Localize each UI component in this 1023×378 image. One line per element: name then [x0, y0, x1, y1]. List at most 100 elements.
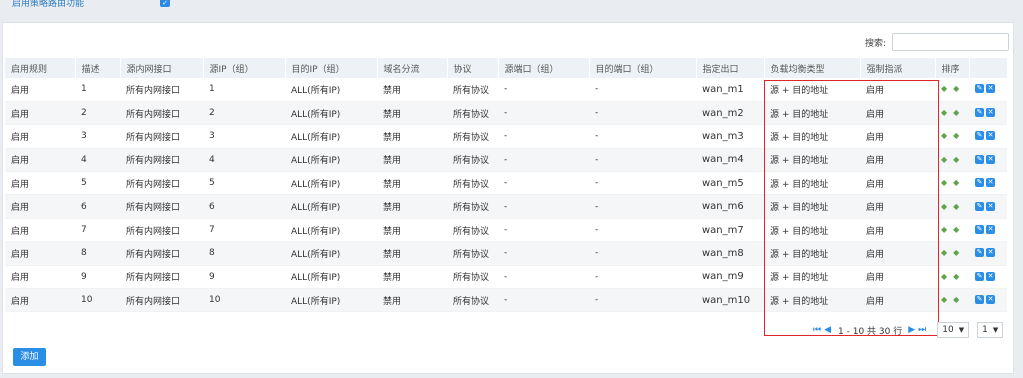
cell-enable: 启用	[5, 218, 75, 243]
cell-src-port: -	[498, 124, 589, 149]
cell-actions: ✎ ✕	[969, 124, 1007, 149]
delete-icon[interactable]: ✕	[986, 225, 995, 235]
cell-domain-split: 禁用	[377, 241, 447, 266]
cell-protocol: 所有协议	[447, 171, 498, 196]
cell-egress: wan_m9	[696, 265, 764, 290]
edit-icon[interactable]: ✎	[975, 108, 984, 118]
header-dst-port[interactable]: 目的端口（组）	[589, 58, 697, 78]
cell-lb-type: 源 + 目的地址	[764, 171, 860, 196]
add-button[interactable]: 添加	[13, 348, 46, 366]
edit-icon[interactable]: ✎	[975, 225, 984, 235]
down-arrow-icon[interactable]: ◆	[953, 108, 959, 117]
delete-icon[interactable]: ✕	[986, 201, 995, 211]
down-arrow-icon[interactable]: ◆	[953, 131, 959, 140]
table-row[interactable]: 启用 10 所有内网接口 10 ALL(所有IP) 禁用 所有协议 - - wan_m10 源 + …	[5, 288, 1007, 313]
cell-src-ip: 2	[203, 101, 285, 126]
cell-dst-port: -	[589, 148, 696, 173]
table-row[interactable]: 启用 3 所有内网接口 3 ALL(所有IP) 禁用 所有协议 - - wan_m3 源 + 目的地…	[5, 124, 1007, 149]
cell-domain-split: 禁用	[377, 288, 447, 313]
table-row[interactable]: 启用 2 所有内网接口 2 ALL(所有IP) 禁用 所有协议 - - wan_m2 源 + 目的地…	[5, 101, 1007, 126]
delete-icon[interactable]: ✕	[986, 295, 995, 305]
delete-icon[interactable]: ✕	[986, 84, 995, 94]
cell-domain-split: 禁用	[377, 194, 447, 219]
edit-icon[interactable]: ✎	[975, 84, 984, 94]
cell-src-ip: 9	[203, 265, 285, 290]
cell-dst-ip: ALL(所有IP)	[285, 241, 377, 266]
cell-src-ip: 5	[203, 171, 285, 196]
next-page-icon[interactable]: ▶	[908, 325, 915, 335]
up-arrow-icon[interactable]: ◆	[941, 84, 947, 93]
cell-egress: wan_m2	[696, 101, 764, 126]
cell-order: ◆ ◆	[935, 101, 969, 126]
prev-page-icon[interactable]: ◀	[824, 325, 831, 335]
cell-dst-ip: ALL(所有IP)	[285, 288, 377, 313]
cell-src-iface: 所有内网接口	[120, 288, 203, 313]
down-arrow-icon[interactable]: ◆	[953, 84, 959, 93]
first-page-icon[interactable]: ⏮	[813, 325, 821, 335]
up-arrow-icon[interactable]: ◆	[941, 202, 947, 211]
chevron-down-icon: ▼	[992, 326, 999, 334]
up-arrow-icon[interactable]: ◆	[941, 225, 947, 234]
cell-force-assign: 启用	[860, 194, 935, 219]
cell-actions: ✎ ✕	[969, 194, 1007, 219]
header-src-iface[interactable]: 源内网接口	[120, 58, 204, 78]
search-input[interactable]	[892, 33, 1010, 51]
delete-icon[interactable]: ✕	[986, 154, 995, 164]
edit-icon[interactable]: ✎	[975, 295, 984, 305]
edit-icon[interactable]: ✎	[975, 201, 984, 211]
header-desc[interactable]: 描述	[75, 58, 121, 78]
down-arrow-icon[interactable]: ◆	[953, 295, 959, 304]
table-row[interactable]: 启用 8 所有内网接口 8 ALL(所有IP) 禁用 所有协议 - - wan_m8 源 + 目的地…	[5, 241, 1007, 266]
edit-icon[interactable]: ✎	[975, 271, 984, 281]
down-arrow-icon[interactable]: ◆	[953, 272, 959, 281]
enable-policy-routing-label: 启用策略路由功能	[12, 0, 85, 9]
table-row[interactable]: 启用 4 所有内网接口 4 ALL(所有IP) 禁用 所有协议 - - wan_m4 源 + 目的地…	[5, 148, 1007, 173]
cell-egress: wan_m3	[696, 124, 764, 149]
cell-protocol: 所有协议	[447, 194, 498, 219]
last-page-icon[interactable]: ⏭	[918, 325, 926, 335]
down-arrow-icon[interactable]: ◆	[953, 155, 959, 164]
up-arrow-icon[interactable]: ◆	[941, 155, 947, 164]
delete-icon[interactable]: ✕	[986, 178, 995, 188]
header-lb-type[interactable]: 负载均衡类型	[764, 58, 861, 78]
delete-icon[interactable]: ✕	[986, 108, 995, 118]
edit-icon[interactable]: ✎	[975, 154, 984, 164]
header-enable[interactable]: 启用规则	[5, 58, 76, 78]
up-arrow-icon[interactable]: ◆	[941, 178, 947, 187]
cell-desc: 1	[75, 78, 120, 102]
down-arrow-icon[interactable]: ◆	[953, 178, 959, 187]
delete-icon[interactable]: ✕	[986, 248, 995, 258]
header-protocol[interactable]: 协议	[447, 58, 499, 78]
header-dst-ip[interactable]: 目的IP（组）	[285, 58, 378, 78]
edit-icon[interactable]: ✎	[975, 178, 984, 188]
down-arrow-icon[interactable]: ◆	[953, 248, 959, 257]
up-arrow-icon[interactable]: ◆	[941, 108, 947, 117]
cell-egress: wan_m5	[696, 171, 764, 196]
down-arrow-icon[interactable]: ◆	[953, 225, 959, 234]
page-number-select[interactable]: 1 ▼	[977, 322, 1004, 338]
table-row[interactable]: 启用 1 所有内网接口 1 ALL(所有IP) 禁用 所有协议 - - wan_m1 源 + 目的地…	[5, 78, 1007, 102]
table-row[interactable]: 启用 9 所有内网接口 9 ALL(所有IP) 禁用 所有协议 - - wan_m9 源 + 目的地…	[5, 265, 1007, 290]
up-arrow-icon[interactable]: ◆	[941, 272, 947, 281]
table-row[interactable]: 启用 6 所有内网接口 6 ALL(所有IP) 禁用 所有协议 - - wan_m6 源 + 目的地…	[5, 194, 1007, 219]
table-row[interactable]: 启用 5 所有内网接口 5 ALL(所有IP) 禁用 所有协议 - - wan_m5 源 + 目的地…	[5, 171, 1007, 196]
cell-actions: ✎ ✕	[969, 171, 1007, 196]
up-arrow-icon[interactable]: ◆	[941, 131, 947, 140]
delete-icon[interactable]: ✕	[986, 131, 995, 141]
header-egress[interactable]: 指定出口	[696, 58, 765, 78]
cell-lb-type: 源 + 目的地址	[764, 265, 860, 290]
header-src-ip[interactable]: 源IP（组）	[203, 58, 286, 78]
down-arrow-icon[interactable]: ◆	[953, 202, 959, 211]
enable-policy-routing-checkbox[interactable]: ✓	[160, 0, 170, 7]
header-force-assign[interactable]: 强制指派	[860, 58, 936, 78]
header-src-port[interactable]: 源端口（组）	[498, 58, 590, 78]
up-arrow-icon[interactable]: ◆	[941, 295, 947, 304]
edit-icon[interactable]: ✎	[975, 248, 984, 258]
edit-icon[interactable]: ✎	[975, 131, 984, 141]
header-domain-split[interactable]: 域名分流	[377, 58, 448, 78]
table-row[interactable]: 启用 7 所有内网接口 7 ALL(所有IP) 禁用 所有协议 - - wan_m7 源 + 目的地…	[5, 218, 1007, 243]
search-area: 搜索:	[865, 33, 1010, 51]
up-arrow-icon[interactable]: ◆	[941, 248, 947, 257]
delete-icon[interactable]: ✕	[986, 271, 995, 281]
page-size-select[interactable]: 10 ▼	[937, 322, 970, 338]
